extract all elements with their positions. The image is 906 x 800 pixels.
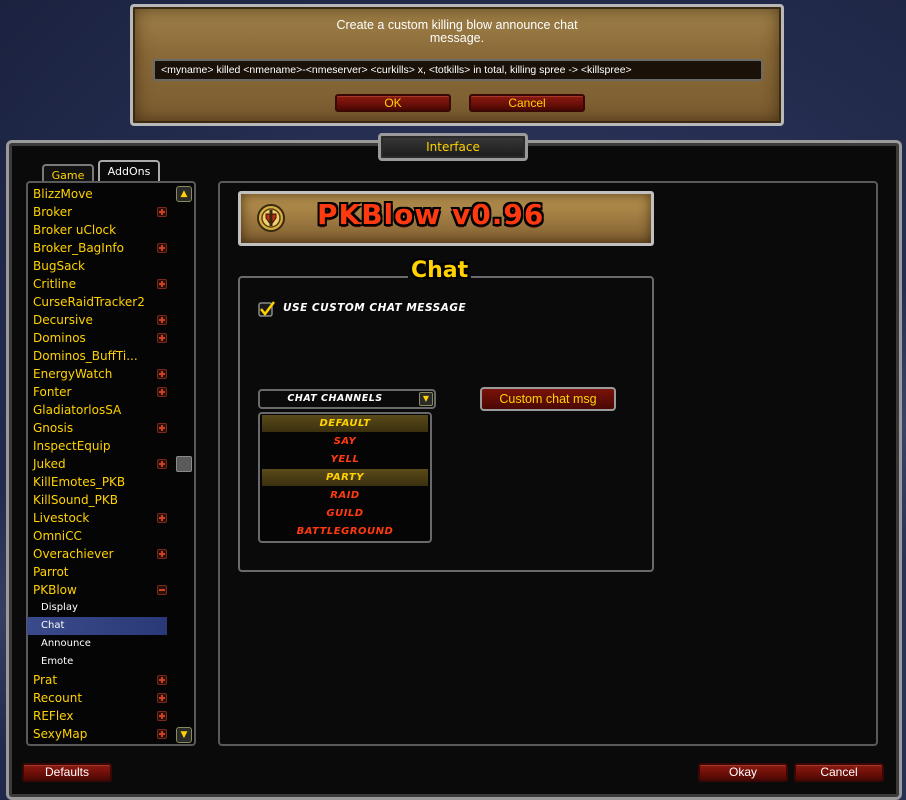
addon-list-item[interactable]: Overachiever: [27, 545, 167, 563]
channel-option[interactable]: DEFAULT: [262, 415, 428, 432]
addon-subcategory-item[interactable]: Announce: [27, 635, 167, 653]
addon-list-item[interactable]: Broker uClock: [27, 221, 167, 239]
channel-option[interactable]: PARTY: [262, 469, 428, 486]
defaults-button[interactable]: Defaults: [22, 763, 112, 782]
addon-list-item[interactable]: InspectEquip: [27, 437, 167, 455]
channel-option[interactable]: BATTLEGROUND: [262, 523, 428, 540]
addon-list-item[interactable]: Dominos_BuffTi...: [27, 347, 167, 365]
expand-plus-icon[interactable]: [157, 315, 167, 325]
crest-icon: [257, 204, 285, 232]
addon-list-item[interactable]: REFlex: [27, 707, 167, 725]
addon-subcategory-item[interactable]: Chat: [27, 617, 167, 635]
dialog-message-line2: message.: [429, 31, 485, 45]
addon-list-item[interactable]: BugSack: [27, 257, 167, 275]
dialog-cancel-button[interactable]: Cancel: [469, 94, 585, 112]
announce-message-input[interactable]: <myname> killed <nmename>-<nmeserver> <c…: [153, 59, 763, 81]
expand-plus-icon[interactable]: [157, 693, 167, 703]
expand-plus-icon[interactable]: [157, 279, 167, 289]
channel-option[interactable]: SAY: [262, 433, 428, 450]
expand-plus-icon[interactable]: [157, 459, 167, 469]
addon-list-item[interactable]: Fonter: [27, 383, 167, 401]
expand-plus-icon[interactable]: [157, 423, 167, 433]
scroll-down-button[interactable]: ▼: [176, 727, 192, 743]
custom-chat-checkbox-label[interactable]: USE CUSTOM CHAT MESSAGE: [283, 302, 466, 314]
channel-option[interactable]: GUILD: [262, 505, 428, 522]
expand-plus-icon[interactable]: [157, 243, 167, 253]
expand-plus-icon[interactable]: [157, 549, 167, 559]
dialog-message: Create a custom killing blow announce ch…: [133, 19, 781, 45]
addon-list-item[interactable]: Parrot: [27, 563, 167, 581]
dropdown-label: CHAT CHANNELS: [287, 393, 383, 404]
expand-plus-icon[interactable]: [157, 513, 167, 523]
addon-list-item[interactable]: Prat: [27, 671, 167, 689]
expand-plus-icon[interactable]: [157, 333, 167, 343]
section-title: Chat: [408, 258, 472, 283]
chevron-down-icon[interactable]: ▼: [419, 392, 433, 406]
announce-message-dialog: Create a custom killing blow announce ch…: [130, 4, 784, 126]
custom-chat-msg-button[interactable]: Custom chat msg: [480, 387, 616, 411]
pkblow-banner: PKBlow v0.96: [238, 191, 654, 246]
addon-list-item[interactable]: SexyMap: [27, 725, 167, 743]
banner-title: PKBlow v0.96: [317, 198, 545, 231]
addon-list-item[interactable]: Critline: [27, 275, 167, 293]
expand-plus-icon[interactable]: [157, 729, 167, 739]
expand-plus-icon[interactable]: [157, 207, 167, 217]
addon-list-item[interactable]: Broker_BagInfo: [27, 239, 167, 257]
custom-chat-checkbox[interactable]: [258, 300, 276, 318]
scroll-thumb[interactable]: [176, 456, 192, 472]
addon-list-item[interactable]: Gnosis: [27, 419, 167, 437]
addon-list-item[interactable]: KillEmotes_PKB: [27, 473, 167, 491]
channel-option[interactable]: YELL: [262, 451, 428, 468]
addon-list-item[interactable]: OmniCC: [27, 527, 167, 545]
chat-channels-dropdown[interactable]: CHAT CHANNELS ▼: [258, 389, 436, 409]
addon-list-item[interactable]: PKBlow: [27, 581, 167, 599]
addon-list-item[interactable]: GladiatorlosSA: [27, 401, 167, 419]
expand-plus-icon[interactable]: [157, 675, 167, 685]
addon-list-item[interactable]: Livestock: [27, 509, 167, 527]
addon-list-item[interactable]: Dominos: [27, 329, 167, 347]
addon-list-item[interactable]: KillSound_PKB: [27, 491, 167, 509]
window-title: Interface: [426, 140, 480, 154]
chat-channels-list: DEFAULT SAY YELL PARTY RAID GUILD BATTLEGROUND: [258, 412, 432, 543]
expand-plus-icon[interactable]: [157, 369, 167, 379]
expand-plus-icon[interactable]: [157, 387, 167, 397]
scroll-up-button[interactable]: ▲: [176, 186, 192, 202]
addon-list-item[interactable]: Recount: [27, 689, 167, 707]
collapse-minus-icon[interactable]: [157, 585, 167, 595]
addon-list-item[interactable]: Broker: [27, 203, 167, 221]
expand-plus-icon[interactable]: [157, 711, 167, 721]
addon-subcategory-item[interactable]: Emote: [27, 653, 167, 671]
addon-list-item[interactable]: CurseRaidTracker2: [27, 293, 167, 311]
dialog-ok-button[interactable]: OK: [335, 94, 451, 112]
window-title-plate: Interface: [378, 133, 528, 161]
addon-subcategory-item[interactable]: Display: [27, 599, 167, 617]
addon-list-item[interactable]: Decursive: [27, 311, 167, 329]
addon-list-item[interactable]: EnergyWatch: [27, 365, 167, 383]
addon-list-item[interactable]: BlizzMove: [27, 185, 167, 203]
addon-list-item[interactable]: Juked: [27, 455, 167, 473]
okay-button[interactable]: Okay: [698, 763, 788, 782]
footer-cancel-button[interactable]: Cancel: [794, 763, 884, 782]
channel-option[interactable]: RAID: [262, 487, 428, 504]
